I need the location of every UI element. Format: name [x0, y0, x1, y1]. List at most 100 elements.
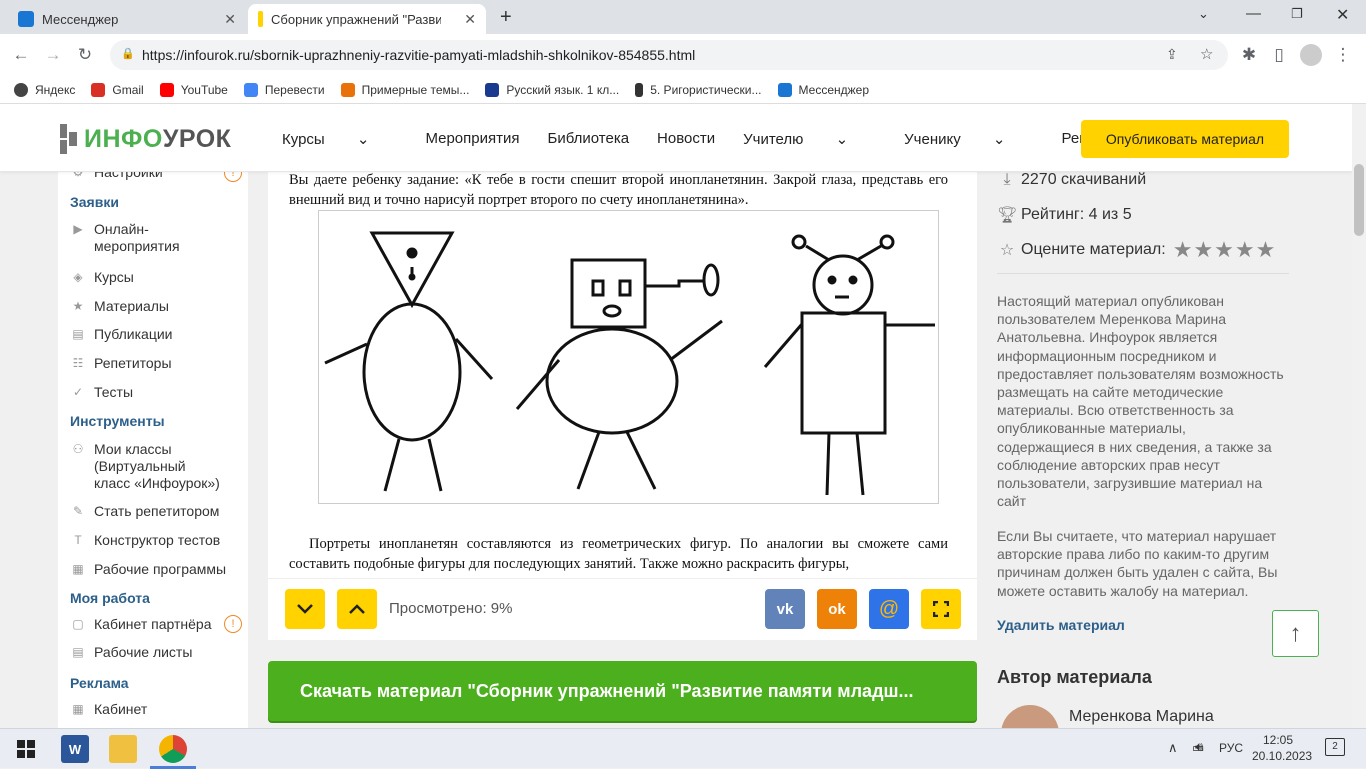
volume-icon[interactable]: 🔊︎	[1195, 739, 1203, 755]
share-icon[interactable]: ⇪	[1166, 46, 1178, 63]
windows-taskbar: W ∧ ▭ 🔊︎ РУС 12:05 20.10.2023 2	[0, 728, 1366, 769]
sidebar-section-title: Реклама	[70, 675, 129, 691]
clock[interactable]: 12:05 20.10.2023	[1252, 732, 1312, 764]
bookmark-gmail[interactable]: Gmail	[91, 82, 144, 97]
tray-chevron-icon[interactable]: ∧	[1168, 740, 1178, 756]
vk-share-button[interactable]: vk	[765, 589, 805, 629]
bookmark-rigorist[interactable]: 5. Ригористически...	[635, 82, 762, 97]
document-paragraph: Вы даете ребенку задание: «К тебе в гост…	[289, 172, 948, 208]
ok-share-button[interactable]: ok	[817, 589, 857, 629]
logo-text-info: ИНФО	[84, 124, 163, 153]
bookmark-messenger[interactable]: Мессенджер	[777, 82, 869, 97]
star-icon[interactable]: ★	[1173, 237, 1193, 262]
download-icon: ⤓	[1003, 171, 1011, 188]
sidebar-item-tutors[interactable]: ☷ Репетиторы	[70, 355, 248, 372]
tab-active[interactable]: Сборник упражнений "Развити ✕	[248, 4, 486, 34]
sidebar-item-partner-cabinet[interactable]: ▢ Кабинет партнёра!	[70, 615, 248, 633]
sidebar-item-work-programs[interactable]: ▦ Рабочие программы	[70, 561, 248, 578]
publish-button[interactable]: Опубликовать материал	[1081, 120, 1289, 158]
chrome-icon[interactable]	[159, 735, 187, 763]
page-scrollbar[interactable]	[1352, 104, 1366, 728]
main-menu: Курсы ⌄ Мероприятия Библиотека Новости У…	[282, 130, 1173, 148]
language-indicator[interactable]: РУС	[1219, 741, 1243, 755]
profile-avatar-icon[interactable]	[1300, 44, 1322, 66]
tab-search-icon[interactable]: ⌄	[1198, 6, 1209, 22]
url-field[interactable]: 🔒 https://infourok.ru/sbornik-uprazhneni…	[110, 40, 1228, 70]
bookmark-youtube[interactable]: YouTube	[159, 82, 228, 97]
bookmark-star-icon[interactable]: ☆	[1200, 45, 1213, 63]
menu-events[interactable]: Мероприятия	[425, 130, 519, 148]
menu-kebab-icon[interactable]: ⋮	[1332, 44, 1354, 66]
download-material-button[interactable]: Скачать материал "Сборник упражнений "Ра…	[268, 661, 977, 721]
author-avatar[interactable]	[1001, 705, 1059, 728]
tab-messenger[interactable]: Мессенджер ✕	[8, 4, 246, 34]
sidebar-item-tests[interactable]: ✓ Тесты	[70, 384, 248, 401]
word-icon[interactable]: W	[61, 735, 89, 763]
sidebar-item-test-builder[interactable]: T Конструктор тестов	[70, 532, 248, 549]
prev-page-button[interactable]	[337, 589, 377, 629]
chevron-down-icon: ⌄	[356, 131, 370, 148]
bookmark-russian[interactable]: Русский язык. 1 кл...	[485, 82, 619, 97]
star-icon[interactable]: ★	[1193, 237, 1213, 262]
side-panel-icon[interactable]: ▯	[1268, 44, 1290, 66]
windows-start-icon[interactable]	[12, 735, 40, 763]
bookmarks-bar: Яндекс Gmail YouTube Перевести Примерные…	[0, 76, 1366, 104]
extensions-icon[interactable]: ✱	[1238, 44, 1260, 66]
sidebar-item-publications[interactable]: ▤ Публикации	[70, 326, 248, 343]
minimize-icon[interactable]: —	[1246, 5, 1261, 22]
window-close-icon[interactable]: ✕	[1336, 5, 1349, 25]
back-icon[interactable]: ←	[10, 44, 32, 66]
scrollbar-thumb[interactable]	[1354, 164, 1364, 236]
star-icon[interactable]: ★	[1256, 237, 1276, 262]
author-name[interactable]: Меренкова Марина	[1069, 708, 1214, 726]
sidebar-item-ads-cabinet[interactable]: ▦ Кабинет	[70, 701, 248, 718]
sidebar-item-become-tutor[interactable]: ✎ Стать репетитором	[70, 503, 248, 520]
sidebar-item-worksheets[interactable]: ▤ Рабочие листы	[70, 644, 248, 661]
sidebar-item-materials[interactable]: ★ Материалы	[70, 298, 248, 315]
grid-icon: ▦	[72, 702, 84, 716]
bookmark-translate[interactable]: Перевести	[243, 82, 325, 97]
calendar-icon: ▦	[72, 562, 84, 576]
new-tab-button[interactable]: +	[500, 6, 512, 29]
sidebar-section-title: Заявки	[70, 194, 119, 210]
windows-logo-icon	[17, 740, 35, 758]
mail-share-button[interactable]: @	[869, 589, 909, 629]
fullscreen-button[interactable]	[921, 589, 961, 629]
sidebar-item-courses[interactable]: ◈ Курсы	[70, 269, 248, 286]
bookmark-topics[interactable]: Примерные темы...	[340, 82, 469, 97]
menu-news[interactable]: Новости	[657, 130, 715, 148]
scroll-to-top-button[interactable]: ↑	[1272, 610, 1319, 657]
restore-icon[interactable]: ❐	[1291, 6, 1303, 22]
menu-teacher[interactable]: Учителю ⌄	[743, 130, 876, 148]
star-icon[interactable]: ★	[1214, 237, 1234, 262]
browser-tab-bar: Мессенджер ✕ Сборник упражнений "Развити…	[0, 0, 1366, 34]
logo-mark-icon	[60, 124, 77, 154]
menu-library[interactable]: Библиотека	[547, 130, 629, 148]
complaint-text: Если Вы считаете, что материал нарушает …	[997, 528, 1278, 599]
menu-courses[interactable]: Курсы ⌄	[282, 130, 397, 148]
close-icon[interactable]: ✕	[224, 11, 236, 28]
star-icon: ★	[72, 299, 84, 313]
site-logo[interactable]: ИНФО УРОК	[60, 124, 231, 154]
next-page-button[interactable]	[285, 589, 325, 629]
gmail-icon	[91, 82, 106, 97]
joomla-icon	[340, 82, 355, 97]
close-icon[interactable]: ✕	[464, 11, 476, 28]
sidebar-item-my-classes[interactable]: ⚇ Мои классы (Виртуальный класс «Инфоурок…	[70, 441, 248, 492]
file-explorer-icon[interactable]	[109, 735, 137, 763]
rating-stars[interactable]: ★★★★★	[1172, 237, 1276, 263]
bookmark-icon	[485, 82, 500, 97]
arrow-up-icon: ↑	[1289, 619, 1302, 647]
forward-icon[interactable]: →	[42, 44, 64, 66]
star-icon[interactable]: ★	[1235, 237, 1255, 262]
fullscreen-icon	[933, 601, 949, 617]
notifications-icon[interactable]: 2	[1325, 738, 1345, 756]
delete-material-link[interactable]: Удалить материал	[997, 617, 1125, 633]
reload-icon[interactable]: ↻	[74, 44, 96, 66]
bookmark-yandex[interactable]: Яндекс	[14, 82, 75, 97]
menu-student[interactable]: Ученику ⌄	[904, 130, 1033, 148]
book-icon: ▤	[72, 327, 84, 341]
divider	[997, 273, 1289, 274]
play-icon: ▶	[73, 222, 83, 236]
sidebar-item-online-events[interactable]: ▶ Онлайн- мероприятия	[70, 221, 248, 255]
